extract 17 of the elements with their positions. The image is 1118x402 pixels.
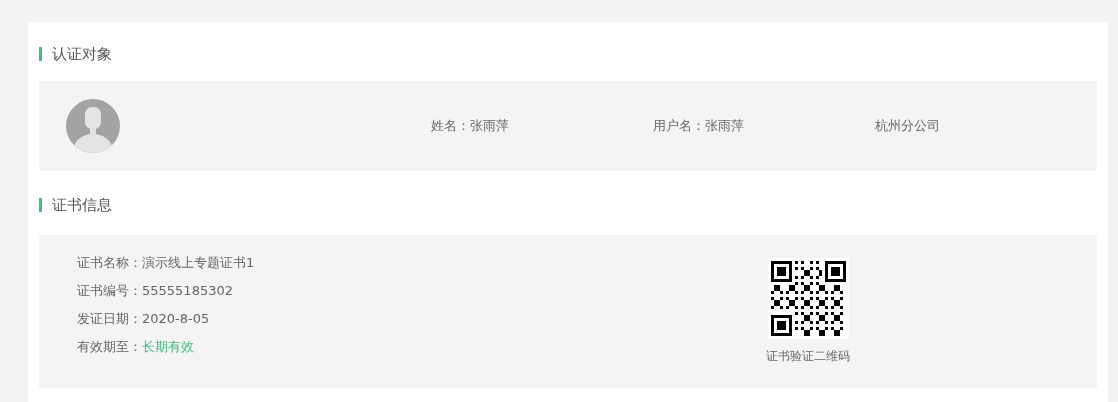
field-value: 张雨萍 (705, 118, 744, 134)
field-label: 姓名： (431, 118, 470, 134)
avatar-icon (66, 99, 120, 153)
field-label: 证书名称： (77, 255, 142, 270)
section-title: 证书信息 (39, 198, 112, 212)
field-label: 用户名： (653, 118, 705, 134)
field-value: 杭州分公司 (875, 118, 940, 134)
section-title: 认证对象 (39, 46, 112, 61)
qr-caption: 证书验证二维码 (766, 348, 850, 365)
field-value: 演示线上专题证书1 (142, 255, 255, 270)
field-value: 55555185302 (142, 283, 233, 298)
field-value: 长期有效 (142, 339, 194, 354)
field-label: 有效期至： (77, 339, 142, 354)
field-value: 张雨萍 (470, 118, 509, 134)
field-label: 发证日期： (77, 311, 142, 326)
field-label: 证书编号： (77, 283, 142, 298)
field-value: 2020-8-05 (142, 311, 210, 326)
